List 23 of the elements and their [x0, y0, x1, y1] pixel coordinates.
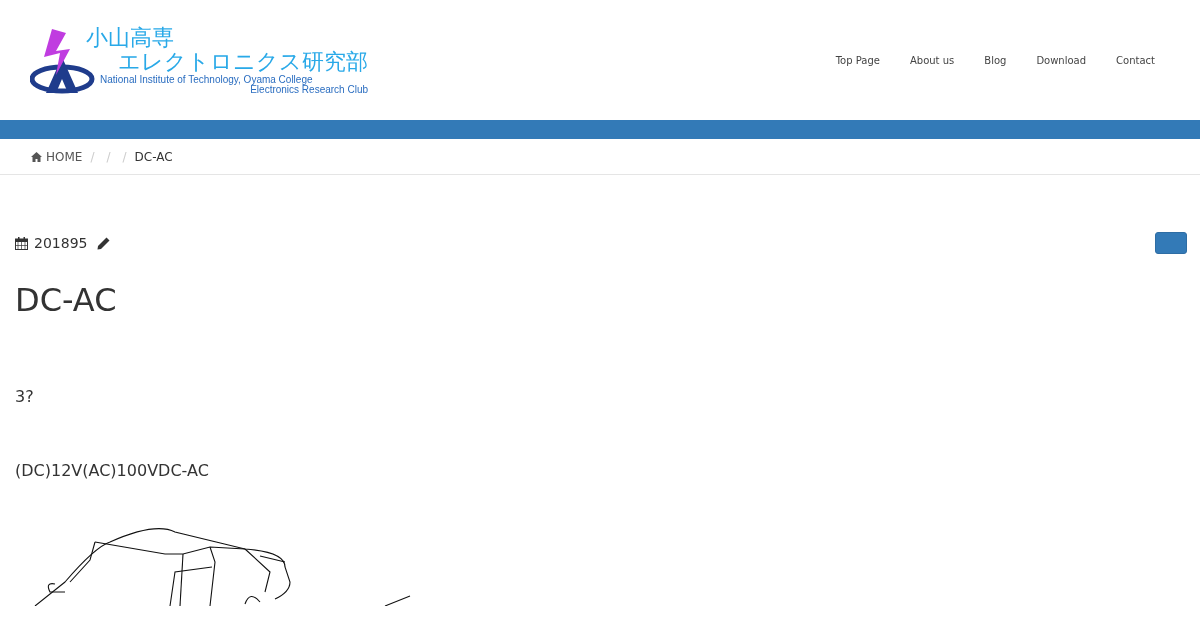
post-title: DC-AC: [15, 281, 118, 320]
pencil-icon: [97, 236, 111, 250]
logo-subtitle: Electronics Research Club: [250, 85, 368, 95]
calendar-icon: [15, 236, 28, 250]
logo-title: 小山高専: [86, 27, 175, 49]
post-paragraph: (DC)12V(AC)100VDC-AC: [15, 461, 210, 481]
nav-link[interactable]: Blog: [984, 54, 1007, 66]
breadcrumb-separator: /: [106, 149, 111, 164]
breadcrumb-home-link[interactable]: HOME: [46, 149, 83, 164]
logo-subtitle: National Institute of Technology, Oyama College: [100, 75, 313, 85]
logo-title: エレクトロニクス研究部: [118, 51, 368, 73]
site-logo[interactable]: 小山高専 エレクトロニクス研究部 National Institute of Technology, Oyama College Electronics Research Club: [30, 25, 368, 95]
breadcrumb-separator: /: [90, 149, 95, 164]
blank-button[interactable]: [1155, 232, 1187, 254]
breadcrumb-separator: /: [122, 149, 127, 164]
nav-link[interactable]: Contact: [1116, 54, 1155, 66]
home-icon: [31, 151, 42, 162]
nav-link[interactable]: Download: [1036, 54, 1087, 66]
post-date: 201895: [34, 235, 88, 251]
post-paragraph: 3?: [15, 387, 35, 407]
breadcrumb-current: DC-AC: [134, 149, 173, 164]
nav-link[interactable]: About us: [909, 54, 955, 66]
nav-link[interactable]: Top Page: [835, 54, 880, 66]
